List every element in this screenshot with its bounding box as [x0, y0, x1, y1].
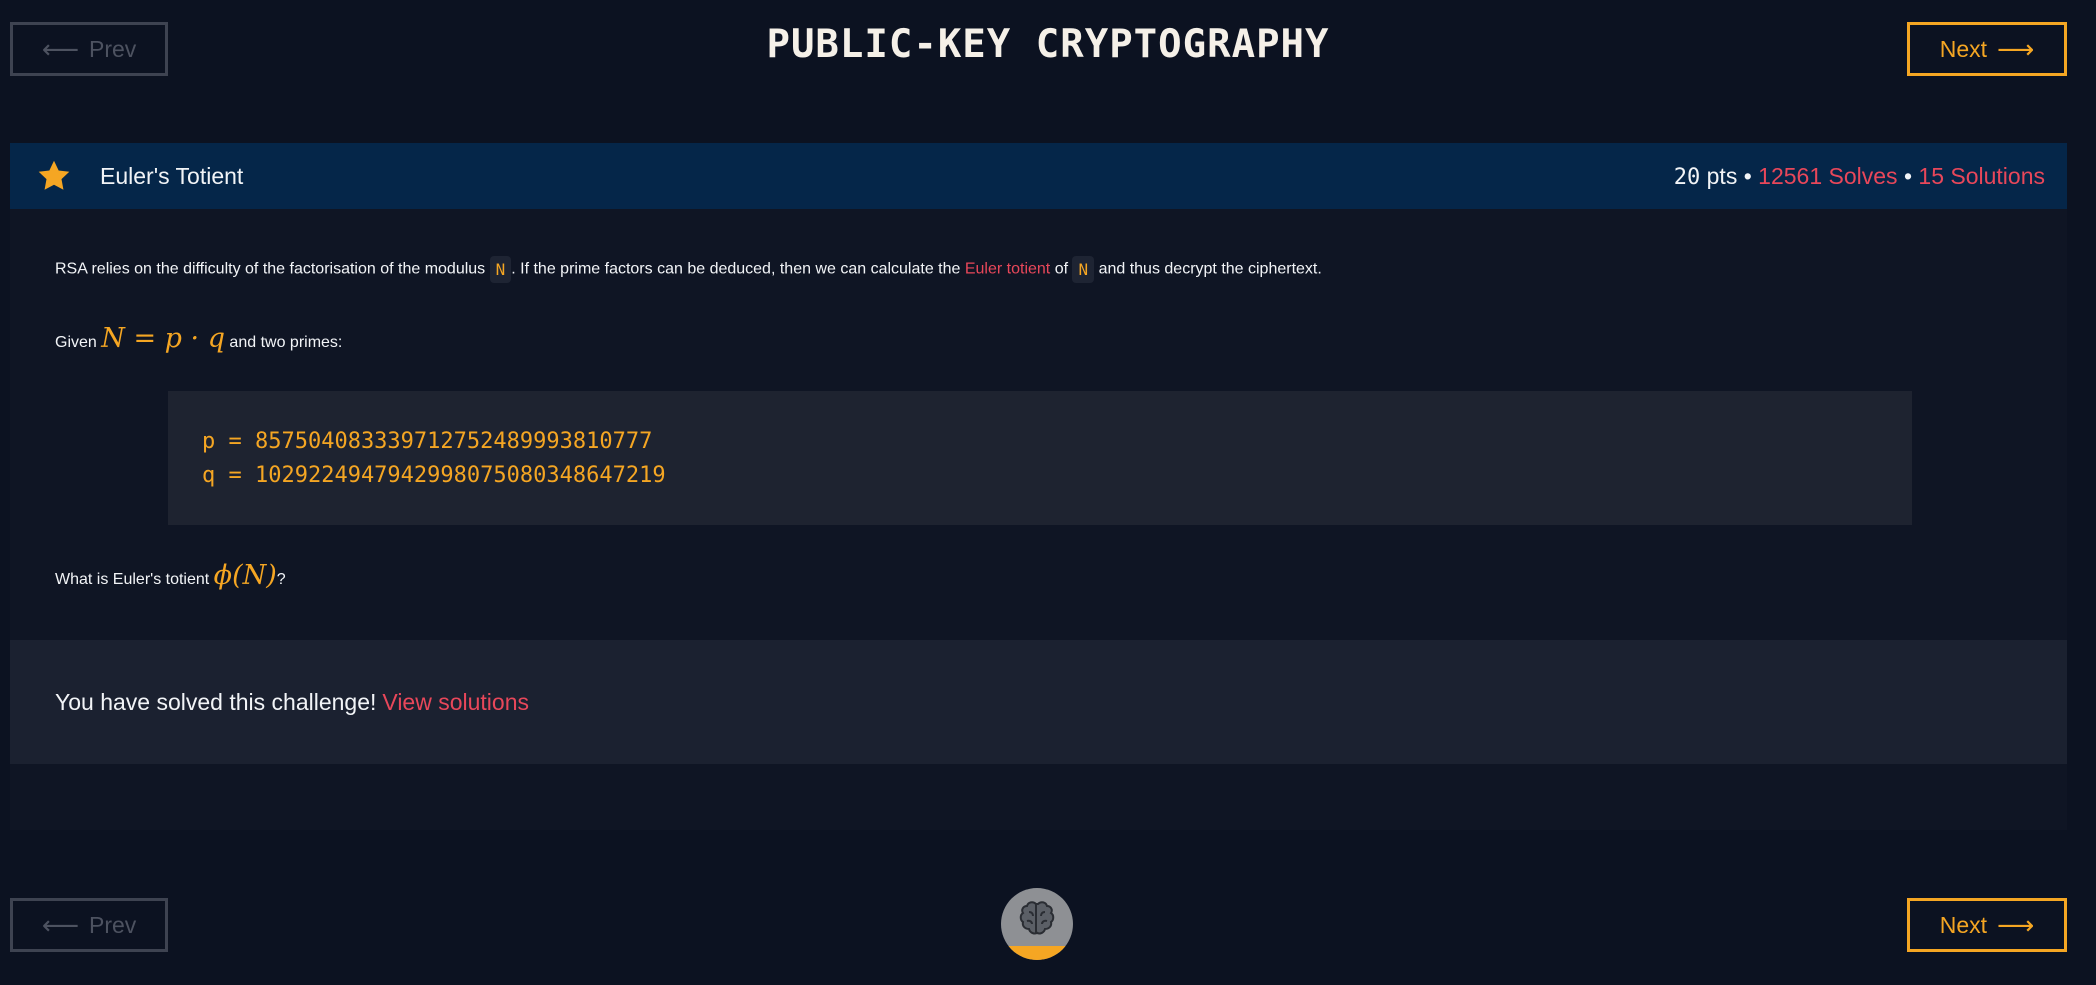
challenge-card: Euler's Totient 20 pts • 12561 Solves • … — [10, 143, 2067, 830]
description-question: What is Euler's totient ϕ(N)? — [55, 560, 286, 591]
math-formula: ϕ(N) — [213, 560, 277, 591]
solved-panel: You have solved this challenge! View sol… — [10, 640, 2067, 764]
inline-code-n: N — [1072, 256, 1095, 283]
arrow-left-icon: ⟵ — [41, 910, 79, 940]
challenge-name: Euler's Totient — [100, 162, 244, 189]
description-paragraph-1: RSA relies on the difficulty of the fact… — [55, 256, 1322, 283]
euler-totient-link[interactable]: Euler totient — [965, 261, 1050, 278]
points-value: 20 — [1673, 164, 1701, 190]
code-line-q: q = 1029224947942998075080348647219 — [202, 463, 666, 488]
next-button-top[interactable]: Next ⟶ — [1907, 22, 2067, 76]
separator: • — [1897, 162, 1919, 189]
page-title: PUBLIC-KEY CRYPTOGRAPHY — [766, 22, 1330, 67]
text: RSA relies on the difficulty of the fact… — [55, 260, 490, 278]
view-solutions-link[interactable]: View solutions — [382, 689, 529, 716]
next-label: Next — [1939, 911, 1987, 938]
code-block: p = 857504083339712752489993810777 q = 1… — [168, 391, 1912, 525]
text: and thus decrypt the ciphertext. — [1094, 260, 1322, 278]
brain-icon — [1019, 901, 1055, 935]
solved-message: You have solved this challenge! — [55, 688, 377, 715]
challenge-header[interactable]: Euler's Totient 20 pts • 12561 Solves • … — [10, 143, 2067, 209]
text: Given — [55, 334, 102, 351]
separator: • — [1737, 162, 1759, 189]
prev-label: Prev — [88, 911, 137, 938]
math-formula: N = p · q — [101, 323, 225, 354]
arrow-right-icon: ⟶ — [1997, 910, 2035, 940]
code-line-p: p = 857504083339712752489993810777 — [202, 429, 653, 454]
next-button-bottom[interactable]: Next ⟶ — [1907, 898, 2067, 952]
text: . If the prime factors can be deduced, t… — [511, 260, 965, 278]
solutions-link[interactable]: 15 Solutions — [1918, 163, 2045, 189]
text: ? — [276, 571, 286, 588]
prev-button-bottom[interactable]: ⟵ Prev — [10, 898, 168, 952]
inline-code-n: N — [489, 256, 512, 283]
solves-link[interactable]: 12561 Solves — [1758, 163, 1897, 189]
star-icon — [38, 160, 70, 190]
next-label: Next — [1939, 35, 1987, 62]
arrow-right-icon: ⟶ — [1997, 34, 2035, 64]
challenge-stats: 20 pts • 12561 Solves • 15 Solutions — [1674, 163, 2045, 190]
points-suffix: pts — [1700, 162, 1738, 189]
description-paragraph-2: Given N = p · q and two primes: — [55, 323, 342, 354]
text: of — [1050, 260, 1073, 278]
text: What is Euler's totient — [55, 571, 214, 588]
progress-fill — [1001, 946, 1073, 960]
text: and two primes: — [224, 334, 343, 351]
brain-progress-icon[interactable] — [1001, 888, 1073, 960]
